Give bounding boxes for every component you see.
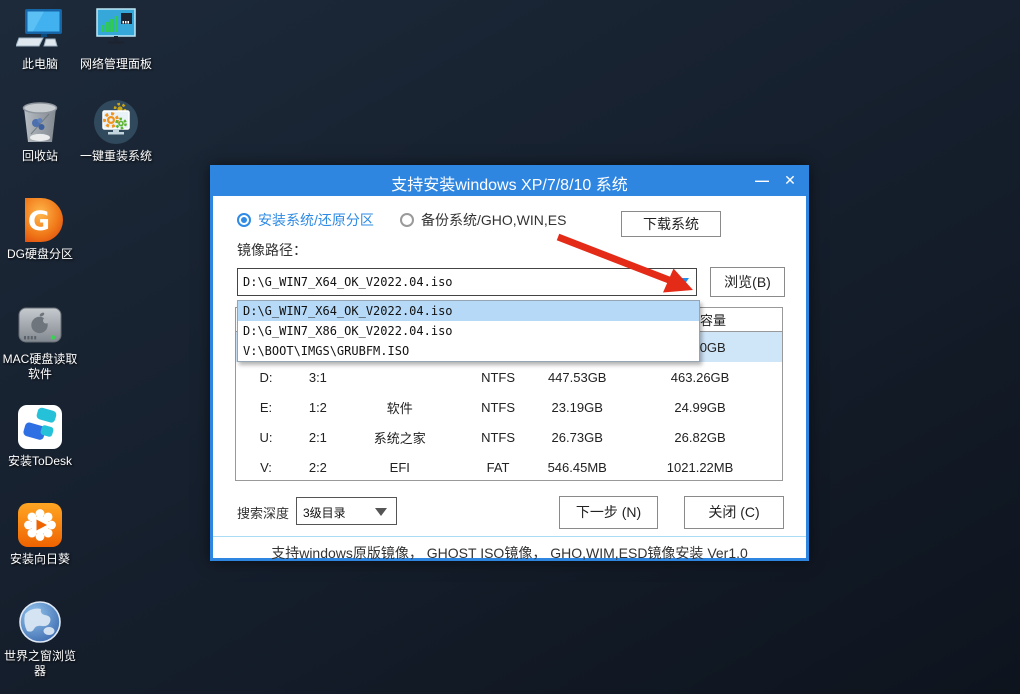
svg-text:G: G [28, 206, 50, 237]
desktop-icon-label: 此电脑 [0, 57, 80, 72]
desktop-icon-label: MAC硬盘读取软件 [0, 352, 80, 382]
image-path-combobox[interactable]: D:\G_WIN7_X64_OK_V2022.04.iso [237, 268, 697, 296]
radio-install-label: 安装系统/还原分区 [258, 210, 374, 230]
cell-fs: FAT [460, 460, 536, 475]
cell-drive: D: [236, 370, 296, 385]
partition-row[interactable]: D: 3:1 NTFS 447.53GB 463.26GB [236, 362, 782, 392]
radio-install-restore[interactable]: 安装系统/还原分区 [237, 210, 374, 230]
cell-free: 23.19GB [536, 400, 618, 415]
desktop-icon-label: 网络管理面板 [76, 57, 156, 72]
network-panel-icon [92, 6, 140, 54]
cell-capacity: 24.99GB [618, 400, 782, 415]
cell-capacity: 1021.22MB [618, 460, 782, 475]
partition-row[interactable]: E: 1:2 软件 NTFS 23.19GB 24.99GB [236, 392, 782, 422]
cell-fs: NTFS [460, 430, 536, 445]
cell-disk: 2:2 [296, 460, 340, 475]
partition-row[interactable]: V: 2:2 EFI FAT 546.45MB 1021.22MB [236, 452, 782, 482]
download-system-button[interactable]: 下载系统 [621, 211, 721, 237]
cell-label: 软件 [340, 398, 460, 417]
cell-capacity: 26.82GB [618, 430, 782, 445]
dialog-body: 安装系统/还原分区 备份系统/GHO,WIN,ES 下载系统 镜像路径： D:\… [210, 196, 809, 561]
dropdown-option[interactable]: D:\G_WIN7_X64_OK_V2022.04.iso [238, 301, 699, 321]
desktop-icon-recycle-bin[interactable]: 回收站 [0, 98, 80, 164]
browse-button[interactable]: 浏览(B) [710, 267, 785, 297]
close-icon[interactable]: ✕ [777, 165, 803, 196]
dialog-titlebar: 支持安装windows XP/7/8/10 系统 — ✕ [210, 165, 809, 196]
desktop-icon-world-window-browser[interactable]: 世界之窗浏览器 [0, 598, 80, 679]
search-depth-label: 搜索深度 [237, 503, 289, 522]
desktop-icon-label: DG硬盘分区 [0, 247, 80, 262]
image-path-value: D:\G_WIN7_X64_OK_V2022.04.iso [243, 275, 453, 289]
path-dropdown-list: D:\G_WIN7_X64_OK_V2022.04.iso D:\G_WIN7_… [237, 300, 700, 362]
desktop-icon-dg-partition[interactable]: G DG硬盘分区 [0, 196, 80, 262]
status-bar: 支持windows原版镜像， GHOST ISO镜像， GHO,WIM,ESD镜… [213, 543, 806, 563]
radio-backup-label: 备份系统/GHO,WIN,ES [421, 210, 566, 230]
desktop-icon-install-sunflower[interactable]: 安装向日葵 [0, 501, 80, 567]
cell-drive: E: [236, 400, 296, 415]
computer-icon [16, 6, 64, 54]
install-dialog: 支持安装windows XP/7/8/10 系统 — ✕ 安装系统/还原分区 备… [210, 165, 809, 561]
globe-icon [16, 598, 64, 646]
cell-drive: V: [236, 460, 296, 475]
desktop-icon-mac-disk-reader[interactable]: MAC硬盘读取软件 [0, 301, 80, 382]
desktop-icon-this-pc[interactable]: 此电脑 [0, 6, 80, 72]
cell-free: 447.53GB [536, 370, 618, 385]
cell-disk: 1:2 [296, 400, 340, 415]
desktop-icon-label: 回收站 [0, 149, 80, 164]
desktop-icon-label: 一键重装系统 [76, 149, 156, 164]
gears-monitor-icon [92, 98, 140, 146]
search-depth-value: 3级目录 [303, 504, 346, 521]
desktop-icon-label: 世界之窗浏览器 [0, 649, 80, 679]
trash-icon [16, 98, 64, 146]
partition-row[interactable]: U: 2:1 系统之家 NTFS 26.73GB 26.82GB [236, 422, 782, 452]
radio-unselected-icon [400, 213, 414, 227]
desktop-icon-network-panel[interactable]: 网络管理面板 [76, 6, 156, 72]
cell-label: 系统之家 [340, 428, 460, 447]
cell-free: 26.73GB [536, 430, 618, 445]
image-path-label: 镜像路径： [237, 240, 307, 260]
chevron-down-icon[interactable] [675, 278, 689, 288]
dropdown-option[interactable]: D:\G_WIN7_X86_OK_V2022.04.iso [238, 321, 699, 341]
cell-disk: 2:1 [296, 430, 340, 445]
sunflower-icon [16, 501, 64, 549]
cell-label: EFI [340, 460, 460, 475]
todesk-icon [16, 403, 64, 451]
diskgenius-icon: G [16, 196, 64, 244]
cell-disk: 3:1 [296, 370, 340, 385]
search-depth-select[interactable]: 3级目录 [296, 497, 397, 525]
desktop-icon-one-key-reinstall[interactable]: 一键重装系统 [76, 98, 156, 164]
cell-drive: U: [236, 430, 296, 445]
cell-fs: NTFS [460, 400, 536, 415]
desktop-icon-label: 安装向日葵 [0, 552, 80, 567]
next-button[interactable]: 下一步 (N) [559, 496, 658, 529]
desktop-icon-label: 安装ToDesk [0, 454, 80, 469]
radio-selected-icon [237, 213, 251, 227]
statusbar-divider [213, 536, 806, 537]
chevron-down-icon [375, 508, 387, 516]
cell-capacity: 463.26GB [618, 370, 782, 385]
cell-free: 546.45MB [536, 460, 618, 475]
radio-backup[interactable]: 备份系统/GHO,WIN,ES [400, 210, 566, 230]
dropdown-option[interactable]: V:\BOOT\IMGS\GRUBFM.ISO [238, 341, 699, 361]
minimize-button[interactable]: — [749, 165, 775, 196]
dialog-title: 支持安装windows XP/7/8/10 系统 [210, 171, 809, 195]
cell-fs: NTFS [460, 370, 536, 385]
desktop-icon-install-todesk[interactable]: 安装ToDesk [0, 403, 80, 469]
apple-drive-icon [16, 301, 64, 349]
close-dialog-button[interactable]: 关闭 (C) [684, 496, 784, 529]
